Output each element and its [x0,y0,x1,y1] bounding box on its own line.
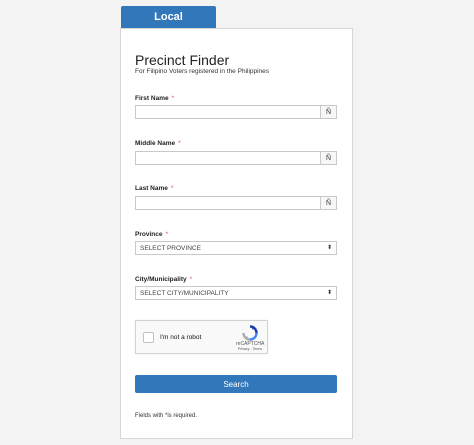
recaptcha-label: I'm not a robot [160,334,202,341]
first-name-enye-button[interactable]: Ñ [320,106,336,118]
required-asterisk: * [189,276,193,283]
required-asterisk: * [165,231,168,238]
first-name-field: Ñ [135,105,337,119]
last-name-enye-button[interactable]: Ñ [320,197,336,209]
required-asterisk: * [178,140,181,147]
middle-name-enye-button[interactable]: Ñ [320,152,336,164]
recaptcha-logo-icon [242,325,258,341]
province-selected-value: SELECT PROVINCE [140,244,201,252]
city-select[interactable]: SELECT CITY/MUNICIPALITY ⬍ [135,286,337,300]
tab-local-label: Local [154,11,183,23]
required-asterisk: * [171,95,175,102]
up-down-caret-icon: ⬍ [326,245,332,251]
province-select[interactable]: SELECT PROVINCE ⬍ [135,241,337,255]
search-button[interactable]: Search [135,375,337,393]
province-label: Province * [135,231,168,238]
required-note: Fields with *is required. [135,413,198,419]
city-selected-value: SELECT CITY/MUNICIPALITY [140,289,229,297]
recaptcha-links[interactable]: Privacy - Terms [238,347,262,351]
last-name-field: Ñ [135,196,337,210]
tab-local[interactable]: Local [121,6,216,28]
page-title: Precinct Finder [135,52,230,68]
middle-name-input[interactable] [136,152,320,164]
page-subtitle: For Filipino Voters registered in the Ph… [135,68,270,75]
last-name-label: Last Name * [135,185,174,192]
city-label: City/Municipality * [135,276,193,283]
middle-name-label: Middle Name * [135,140,181,147]
last-name-input[interactable] [136,197,320,209]
up-down-caret-icon: ⬍ [326,290,332,296]
first-name-label: First Name * [135,95,175,102]
first-name-input[interactable] [136,106,320,118]
middle-name-field: Ñ [135,151,337,165]
required-asterisk: * [170,185,174,192]
recaptcha-widget: I'm not a robot reCAPTCHA Privacy - Term… [135,320,268,354]
recaptcha-checkbox[interactable] [143,332,154,343]
